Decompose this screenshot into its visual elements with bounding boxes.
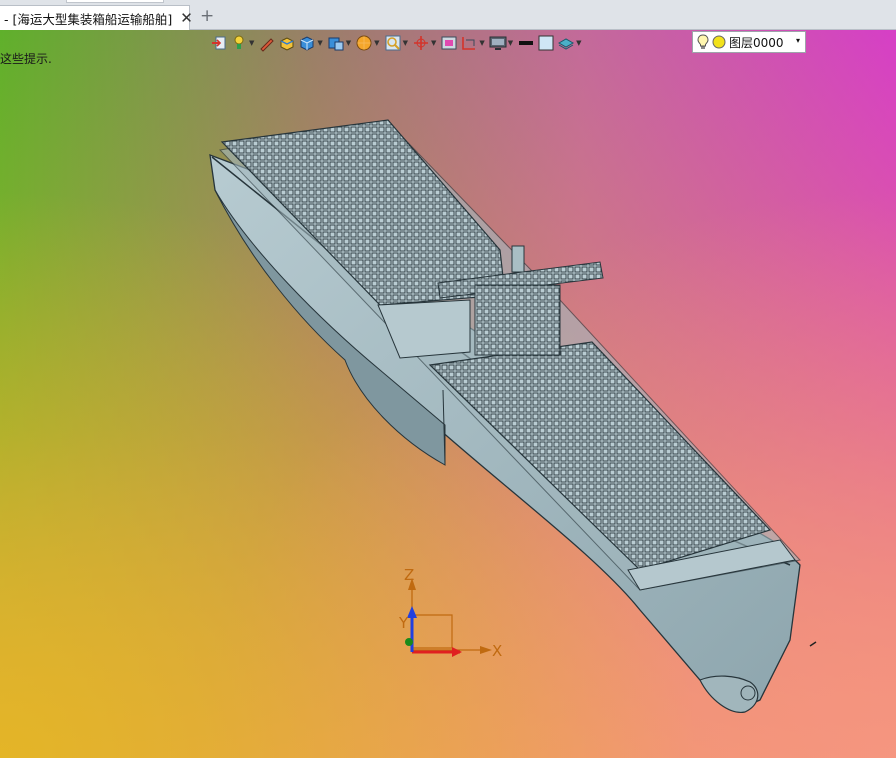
layer-dropdown[interactable]: 图层0000 ▾: [692, 31, 806, 53]
display-button[interactable]: ▼: [489, 32, 515, 54]
frame-button[interactable]: [440, 32, 458, 54]
zoom-icon: [385, 35, 401, 51]
bulb-icon[interactable]: [697, 34, 709, 50]
axis-y-label: Y: [398, 614, 409, 632]
chevron-down-icon[interactable]: ▼: [317, 39, 322, 47]
axis-triad: Z Y X: [398, 566, 502, 660]
light-icon: [234, 35, 244, 49]
chevron-down-icon[interactable]: ▼: [479, 39, 484, 47]
bridge-house: [474, 284, 561, 356]
line-weight-button[interactable]: [517, 32, 535, 54]
propeller-hub: [740, 685, 756, 701]
zoom-button[interactable]: ▼: [384, 32, 410, 54]
axis-x-label: X: [492, 642, 502, 660]
axis-button[interactable]: ▼: [412, 32, 438, 54]
chevron-down-icon[interactable]: ▼: [576, 39, 581, 47]
chevron-down-icon[interactable]: ▼: [431, 39, 436, 47]
box-color-icon: [280, 37, 294, 51]
chevron-down-icon[interactable]: ▼: [374, 39, 379, 47]
ship-model: Z Y X: [209, 119, 817, 713]
hint-text: 这些提示.: [0, 52, 52, 66]
chevron-down-icon[interactable]: ▼: [403, 39, 408, 47]
triad-box: [412, 614, 453, 649]
layer-name: 图层0000: [729, 35, 784, 50]
axis-icon: [413, 36, 428, 50]
cube-icon: [300, 36, 314, 51]
exit-icon: [212, 36, 226, 50]
axis-z-label: Z: [404, 566, 414, 584]
view-cube-button[interactable]: ▼: [327, 32, 353, 54]
funnel: [511, 245, 525, 273]
light-button[interactable]: ▼: [230, 32, 256, 54]
cube-button[interactable]: ▼: [298, 32, 324, 54]
box-color-button[interactable]: [278, 32, 296, 54]
pen-icon: [260, 38, 275, 52]
layer-stack-icon: [558, 38, 575, 50]
display-icon: [489, 36, 507, 50]
section-button[interactable]: ▼: [460, 32, 486, 54]
chevron-down-icon[interactable]: ▼: [508, 39, 513, 47]
render-icon: [356, 35, 372, 51]
color-swatch-button[interactable]: [537, 32, 555, 54]
render-button[interactable]: ▼: [355, 32, 381, 54]
color-swatch-icon: [538, 35, 554, 51]
frame-icon: [441, 36, 457, 50]
layer-stack-button[interactable]: ▼: [557, 32, 583, 54]
chevron-down-icon[interactable]: ▼: [346, 39, 351, 47]
view-cube-icon: [328, 37, 344, 51]
chevron-down-icon[interactable]: ▾: [796, 36, 800, 45]
line-weight-icon: [519, 41, 534, 45]
pen-button[interactable]: [258, 32, 276, 54]
exit-button[interactable]: [210, 32, 228, 54]
layer-color-icon: [712, 35, 726, 49]
view-toolbar: ▼ ▼ ▼ ▼ ▼ ▼ ▼ ▼ ▼: [210, 32, 586, 54]
section-icon: [462, 37, 476, 50]
chevron-down-icon[interactable]: ▼: [249, 39, 254, 47]
